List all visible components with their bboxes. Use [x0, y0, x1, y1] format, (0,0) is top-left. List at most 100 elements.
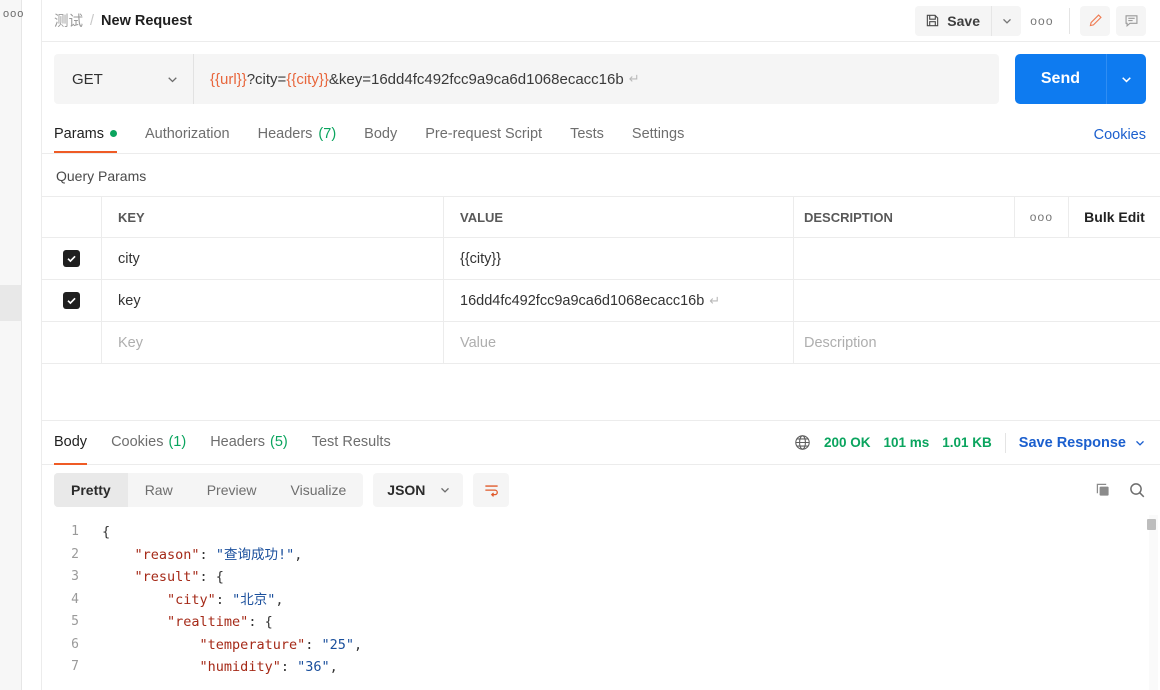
json-punct	[102, 569, 135, 585]
response-body-code: 1234567 { "reason": "查询成功!", "result": {…	[42, 515, 1160, 690]
row-checkbox[interactable]	[63, 250, 80, 267]
table-row-empty: Key Value Description	[42, 322, 1160, 364]
json-value: "北京"	[232, 591, 276, 608]
table-header-row: KEY VALUE DESCRIPTION ooo Bulk Edit	[42, 197, 1160, 238]
response-tabs: Body Cookies (1) Headers (5) Test Result…	[42, 421, 1160, 465]
line-number: 3	[71, 569, 79, 584]
table-more-icon[interactable]: ooo	[1015, 197, 1069, 237]
json-body[interactable]: { "reason": "查询成功!", "result": { "city":…	[92, 515, 1160, 690]
response-tab-body[interactable]: Body	[54, 421, 88, 465]
table-bottom-space	[42, 364, 1160, 421]
format-tab-preview[interactable]: Preview	[190, 473, 274, 507]
cookies-link[interactable]: Cookies	[1094, 116, 1146, 153]
empty-description-cell[interactable]: Description	[794, 322, 1160, 363]
url-text: {{url}}?city={{city}}&key=16dd4fc492fcc9…	[210, 71, 624, 88]
json-punct: :	[215, 591, 233, 608]
row-description-cell[interactable]	[794, 238, 1160, 279]
comment-icon	[1124, 13, 1139, 28]
row-key-cell[interactable]: key	[102, 280, 444, 321]
format-tab-pretty[interactable]: Pretty	[54, 473, 128, 507]
response-tab-headers[interactable]: Headers (5)	[210, 421, 288, 465]
save-button-group: Save	[915, 5, 1021, 36]
send-button-group: Send	[1014, 54, 1146, 104]
format-tab-raw[interactable]: Raw	[128, 473, 190, 507]
send-options-button[interactable]	[1106, 54, 1146, 104]
row-checkbox[interactable]	[63, 292, 80, 309]
row-key-cell[interactable]: city	[102, 238, 444, 279]
json-value: "查询成功!"	[215, 546, 295, 563]
response-body-actions	[1094, 481, 1146, 499]
empty-description-placeholder: Description	[804, 334, 877, 351]
word-wrap-button[interactable]	[473, 473, 510, 507]
response-tab-cookies[interactable]: Cookies (1)	[111, 421, 186, 465]
breadcrumb-separator: /	[90, 12, 95, 29]
edit-request-button[interactable]	[1080, 5, 1110, 36]
response-size: 1.01 KB	[942, 435, 992, 450]
line-number-gutter: 1 2 3 4 5 6 7	[42, 515, 92, 690]
floppy-disk-icon	[925, 13, 940, 28]
row-key-value: city	[118, 250, 140, 267]
save-response-button[interactable]: Save Response	[1019, 435, 1146, 451]
header-checkbox-cell	[42, 197, 102, 237]
tab-body[interactable]: Body	[364, 116, 397, 153]
tab-params[interactable]: Params	[54, 116, 117, 153]
rail-selected-item[interactable]	[0, 285, 22, 321]
empty-value-cell[interactable]: Value	[444, 322, 794, 363]
empty-key-cell[interactable]: Key	[102, 322, 444, 363]
url-input[interactable]: {{url}}?city={{city}}&key=16dd4fc492fcc9…	[194, 54, 999, 104]
pencil-icon	[1088, 13, 1103, 28]
tab-pre-request-script-label: Pre-request Script	[425, 125, 543, 142]
json-punct: ,	[275, 591, 284, 608]
tab-authorization[interactable]: Authorization	[145, 116, 230, 153]
bulk-edit-button[interactable]: Bulk Edit	[1069, 197, 1160, 237]
response-panel: Body Cookies (1) Headers (5) Test Result…	[42, 421, 1160, 690]
comments-button[interactable]	[1116, 5, 1146, 36]
query-params-title: Query Params	[56, 168, 147, 184]
send-button[interactable]: Send	[1015, 54, 1106, 104]
line-number: 4	[71, 591, 79, 607]
search-icon[interactable]	[1128, 481, 1146, 499]
format-tab-visualize[interactable]: Visualize	[274, 473, 364, 507]
rail-more-icon[interactable]: ooo	[3, 9, 24, 20]
empty-checkbox-cell	[42, 322, 102, 363]
json-punct	[102, 659, 200, 675]
response-tab-cookies-label: Cookies	[111, 433, 164, 450]
response-tab-cookies-count: (1)	[168, 433, 187, 450]
language-select[interactable]: JSON	[373, 473, 464, 507]
row-value-cell[interactable]: {{city}}	[444, 238, 794, 279]
url-variable: {{city}}	[286, 70, 329, 88]
table-row: city {{city}}	[42, 238, 1160, 280]
response-tab-test-results[interactable]: Test Results	[312, 421, 391, 465]
main-panel: 测试 / New Request Save ooo GET {{url}}?ci…	[42, 0, 1160, 690]
code-line: "reason": "查询成功!",	[102, 544, 1160, 567]
copy-icon[interactable]	[1094, 481, 1112, 499]
row-key-value: key	[118, 292, 141, 309]
breadcrumb-collection[interactable]: 测试	[54, 10, 83, 31]
json-punct: ,	[294, 546, 303, 563]
row-value-value: 16dd4fc492fcc9a9ca6d1068ecacc16b	[460, 292, 705, 309]
code-line: "city": "北京",	[102, 589, 1160, 612]
tab-settings[interactable]: Settings	[632, 116, 684, 153]
row-description-cell[interactable]	[794, 280, 1160, 321]
line-number: 7	[71, 659, 79, 674]
json-punct: ,	[354, 636, 363, 653]
json-punct: :	[305, 636, 322, 653]
json-punct: ,	[329, 659, 338, 675]
save-options-button[interactable]	[991, 5, 1021, 36]
row-value-cell[interactable]: 16dd4fc492fcc9a9ca6d1068ecacc16b ↵	[444, 280, 794, 321]
row-value-return-glyph: ↵	[709, 292, 721, 308]
save-button[interactable]: Save	[915, 5, 991, 36]
tab-headers[interactable]: Headers (7)	[258, 116, 337, 153]
method-select[interactable]: GET	[54, 54, 194, 104]
globe-icon	[794, 434, 811, 451]
tab-tests[interactable]: Tests	[570, 116, 604, 153]
tab-authorization-label: Authorization	[144, 125, 230, 142]
response-tab-body-label: Body	[54, 433, 88, 450]
tab-pre-request-script[interactable]: Pre-request Script	[425, 116, 542, 153]
code-scrollbar-thumb[interactable]	[1147, 519, 1156, 530]
tab-params-label: Params	[54, 125, 104, 142]
request-more-icon[interactable]: ooo	[1025, 6, 1059, 36]
tab-headers-count: (7)	[318, 125, 337, 142]
code-scrollbar-track[interactable]	[1147, 515, 1158, 690]
query-params-table: KEY VALUE DESCRIPTION ooo Bulk Edit city	[42, 196, 1160, 421]
